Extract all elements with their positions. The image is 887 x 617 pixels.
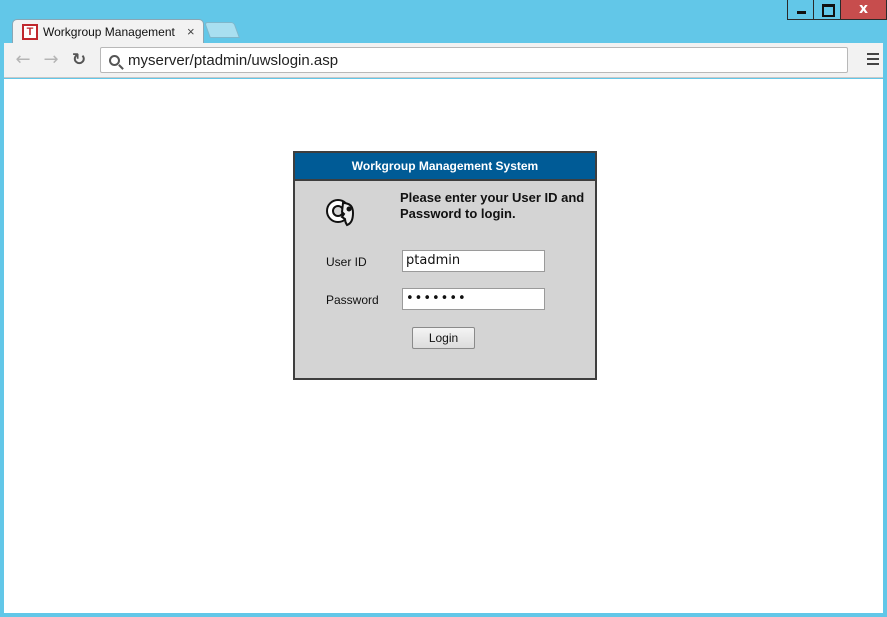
password-input[interactable]: ••••••• [402, 288, 545, 310]
login-panel: Workgroup Management System Please enter… [293, 151, 597, 380]
new-tab-button[interactable] [204, 22, 240, 38]
back-arrow-icon[interactable]: ← [12, 49, 34, 71]
browser-tab[interactable]: T Workgroup Management × [12, 19, 204, 43]
user-id-label: User ID [326, 255, 367, 269]
login-header: Workgroup Management System [295, 153, 595, 181]
user-id-input[interactable]: ptadmin [402, 250, 545, 272]
tab-title: Workgroup Management [43, 24, 175, 39]
reload-icon[interactable]: ↻ [68, 49, 90, 71]
key-icon [326, 199, 355, 227]
password-label: Password [326, 293, 379, 307]
login-button[interactable]: Login [412, 327, 475, 349]
close-window-button[interactable]: x [841, 0, 887, 20]
menu-icon[interactable] [867, 53, 879, 65]
minimize-button[interactable] [787, 0, 814, 20]
tab-close-icon[interactable]: × [187, 24, 195, 39]
address-bar[interactable]: myserver/ptadmin/uwslogin.asp [100, 47, 848, 73]
login-prompt: Please enter your User ID and Password t… [400, 190, 585, 221]
forward-arrow-icon[interactable]: → [40, 49, 62, 71]
maximize-button[interactable] [814, 0, 841, 20]
url-text[interactable]: myserver/ptadmin/uwslogin.asp [128, 52, 338, 69]
favicon-icon: T [22, 23, 38, 40]
search-icon [109, 54, 120, 66]
browser-toolbar: ← → ↻ myserver/ptadmin/uwslogin.asp [4, 43, 883, 78]
page-content: Workgroup Management System Please enter… [4, 79, 883, 613]
close-icon: x [858, 1, 869, 17]
window-caption-buttons: x [787, 0, 887, 20]
